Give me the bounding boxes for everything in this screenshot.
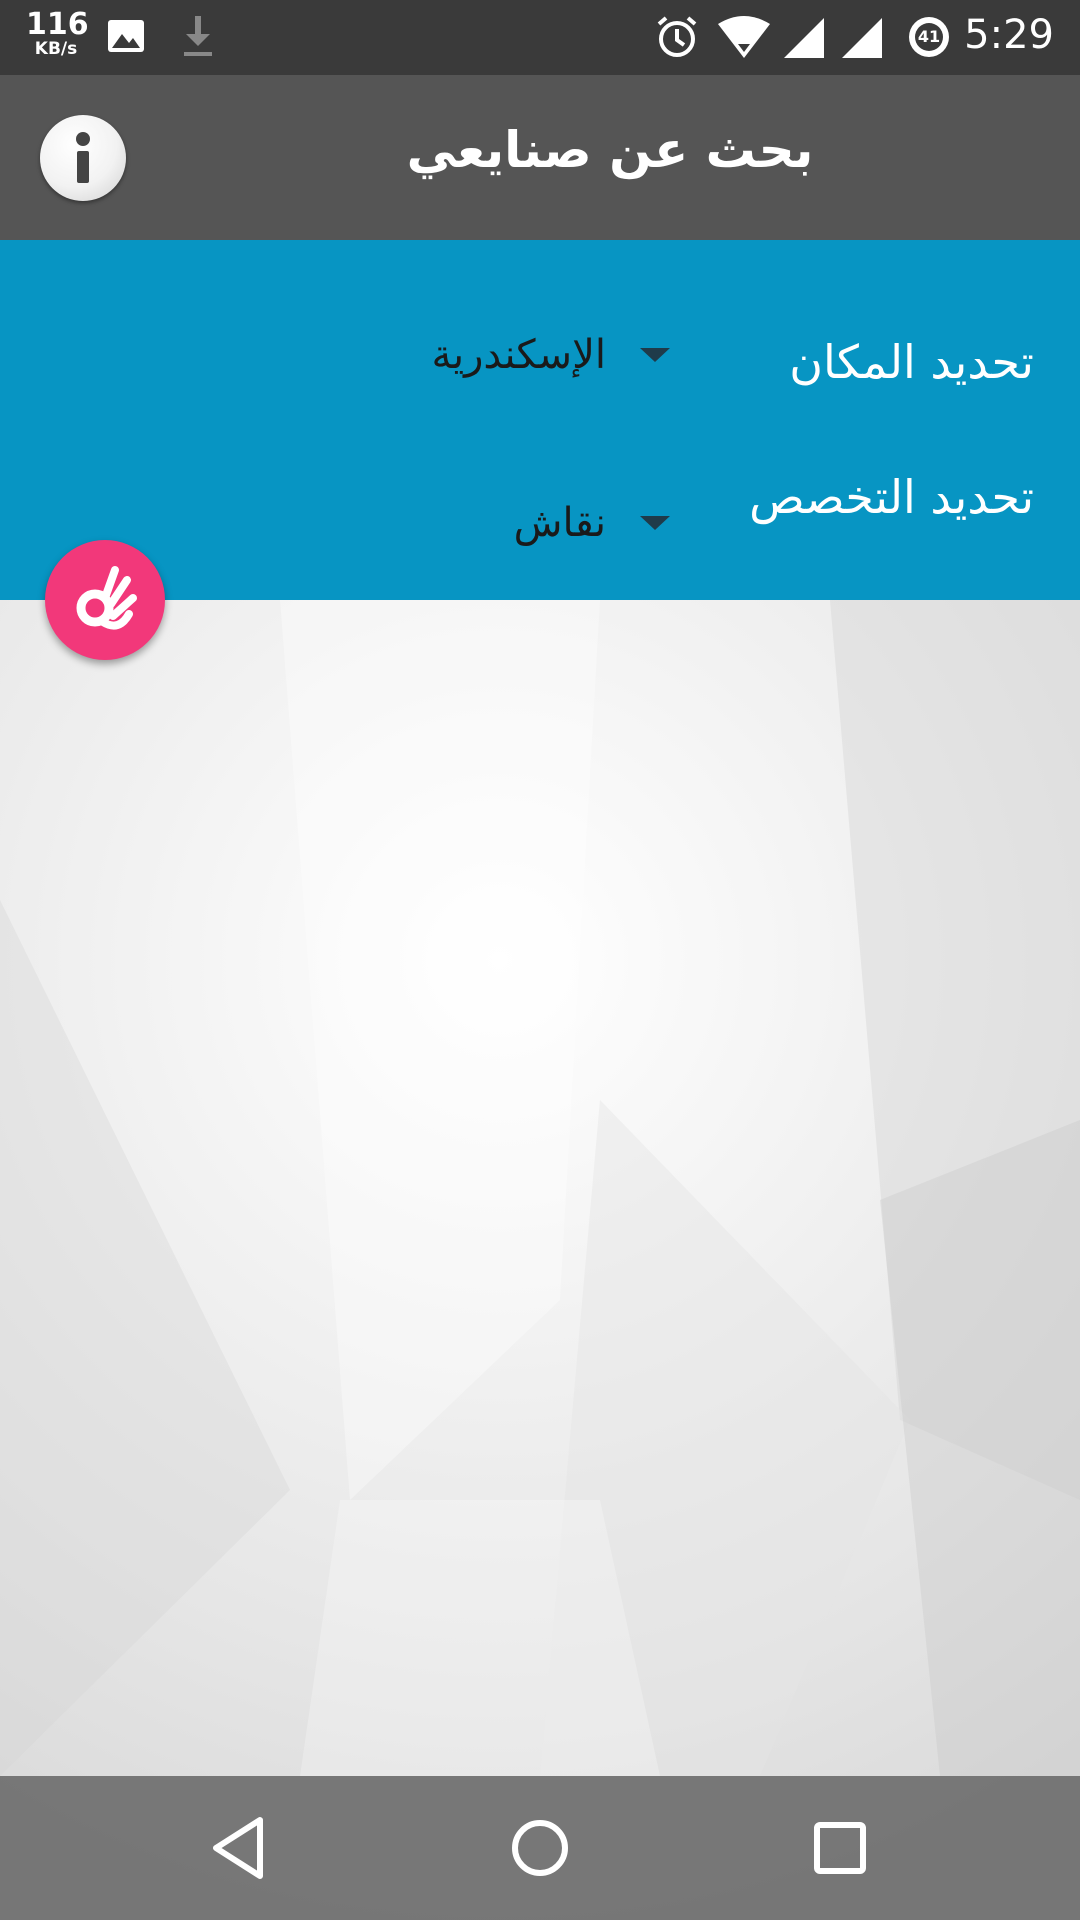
download-icon: [184, 16, 212, 56]
dropdown-arrow-icon: [640, 348, 670, 362]
location-dropdown[interactable]: الإسكندرية: [370, 320, 670, 390]
specialty-label: تحديد التخصص: [749, 470, 1034, 524]
recents-button[interactable]: [802, 1810, 878, 1886]
cell-signal-icon: [784, 18, 824, 58]
image-icon: [108, 20, 144, 52]
specialty-dropdown[interactable]: نقاش: [370, 488, 670, 558]
ok-hand-icon: [76, 566, 137, 630]
app-bar: بحث عن صنايعي: [0, 75, 1080, 240]
network-speed-value: 116: [26, 7, 89, 42]
wifi-icon: [718, 16, 770, 58]
navigation-bar: [0, 1776, 1080, 1920]
back-button[interactable]: [202, 1810, 278, 1886]
network-speed-unit: KB/s: [34, 39, 78, 59]
home-icon: [512, 1820, 568, 1876]
page-title: بحث عن صنايعي: [406, 121, 814, 179]
ok-hand-button[interactable]: [45, 540, 165, 660]
recents-icon: [814, 1822, 866, 1874]
network-speed: 116 KB/s: [26, 7, 89, 59]
back-icon: [213, 1817, 263, 1879]
clock: 5:29: [964, 12, 1054, 58]
dropdown-arrow-icon: [640, 516, 670, 530]
battery-icon: 41: [906, 14, 952, 60]
location-label: تحديد المكان: [789, 335, 1034, 389]
alarm-icon: [657, 16, 697, 57]
status-bar: 116 KB/s 41 5:29: [0, 0, 1080, 75]
background-pattern: [0, 600, 1080, 1776]
location-selected-value: الإسكندرية: [431, 332, 607, 378]
specialty-selected-value: نقاش: [513, 500, 606, 546]
battery-level: 41: [917, 27, 941, 46]
cell-signal-icon: [842, 18, 882, 58]
home-button[interactable]: [502, 1810, 578, 1886]
screen: 116 KB/s 41 5:29 بحث عن صنايعي تحديد الم…: [0, 0, 1080, 1920]
